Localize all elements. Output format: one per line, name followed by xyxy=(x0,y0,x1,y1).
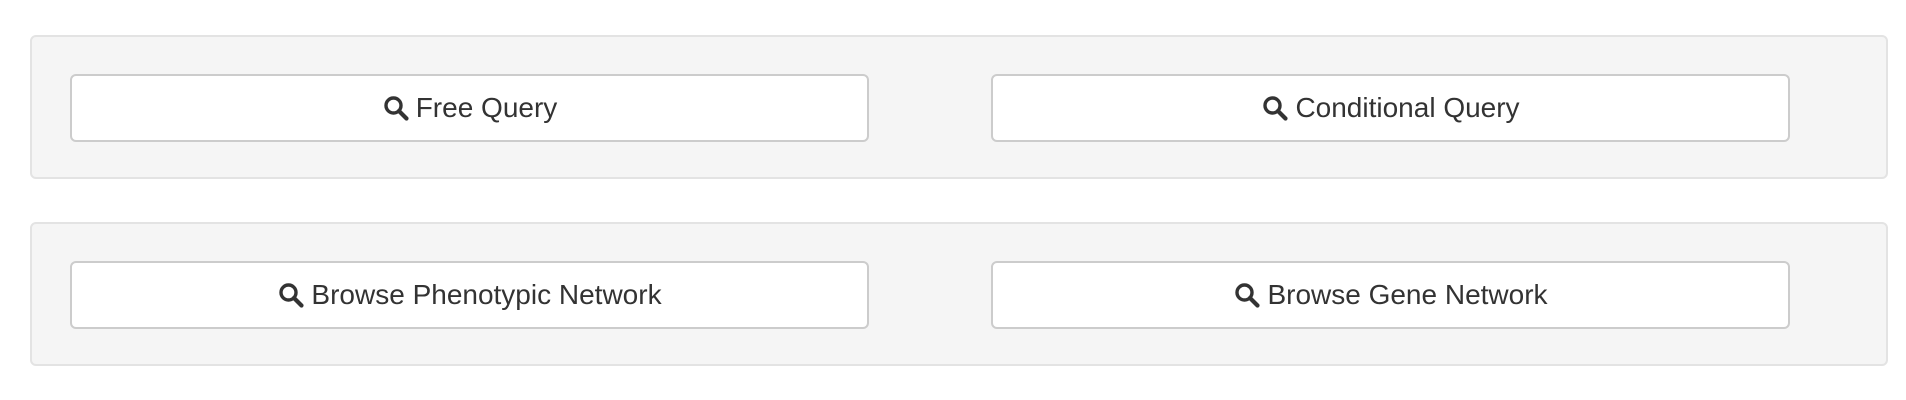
browse-panel: Browse Phenotypic Network Browse Gene Ne… xyxy=(30,222,1888,366)
search-icon xyxy=(277,281,305,309)
conditional-query-button[interactable]: Conditional Query xyxy=(991,74,1790,142)
free-query-label: Free Query xyxy=(415,92,558,123)
browse-gene-network-label: Browse Gene Network xyxy=(1267,279,1548,310)
browse-phenotypic-network-label: Browse Phenotypic Network xyxy=(311,279,662,310)
search-icon xyxy=(1233,281,1261,309)
conditional-query-label: Conditional Query xyxy=(1295,92,1520,123)
browse-gene-network-button[interactable]: Browse Gene Network xyxy=(991,261,1790,329)
search-icon xyxy=(382,94,410,122)
query-panel: Free Query Conditional Query xyxy=(30,35,1888,179)
search-icon xyxy=(1261,94,1289,122)
browse-phenotypic-network-button[interactable]: Browse Phenotypic Network xyxy=(70,261,869,329)
free-query-button[interactable]: Free Query xyxy=(70,74,869,142)
